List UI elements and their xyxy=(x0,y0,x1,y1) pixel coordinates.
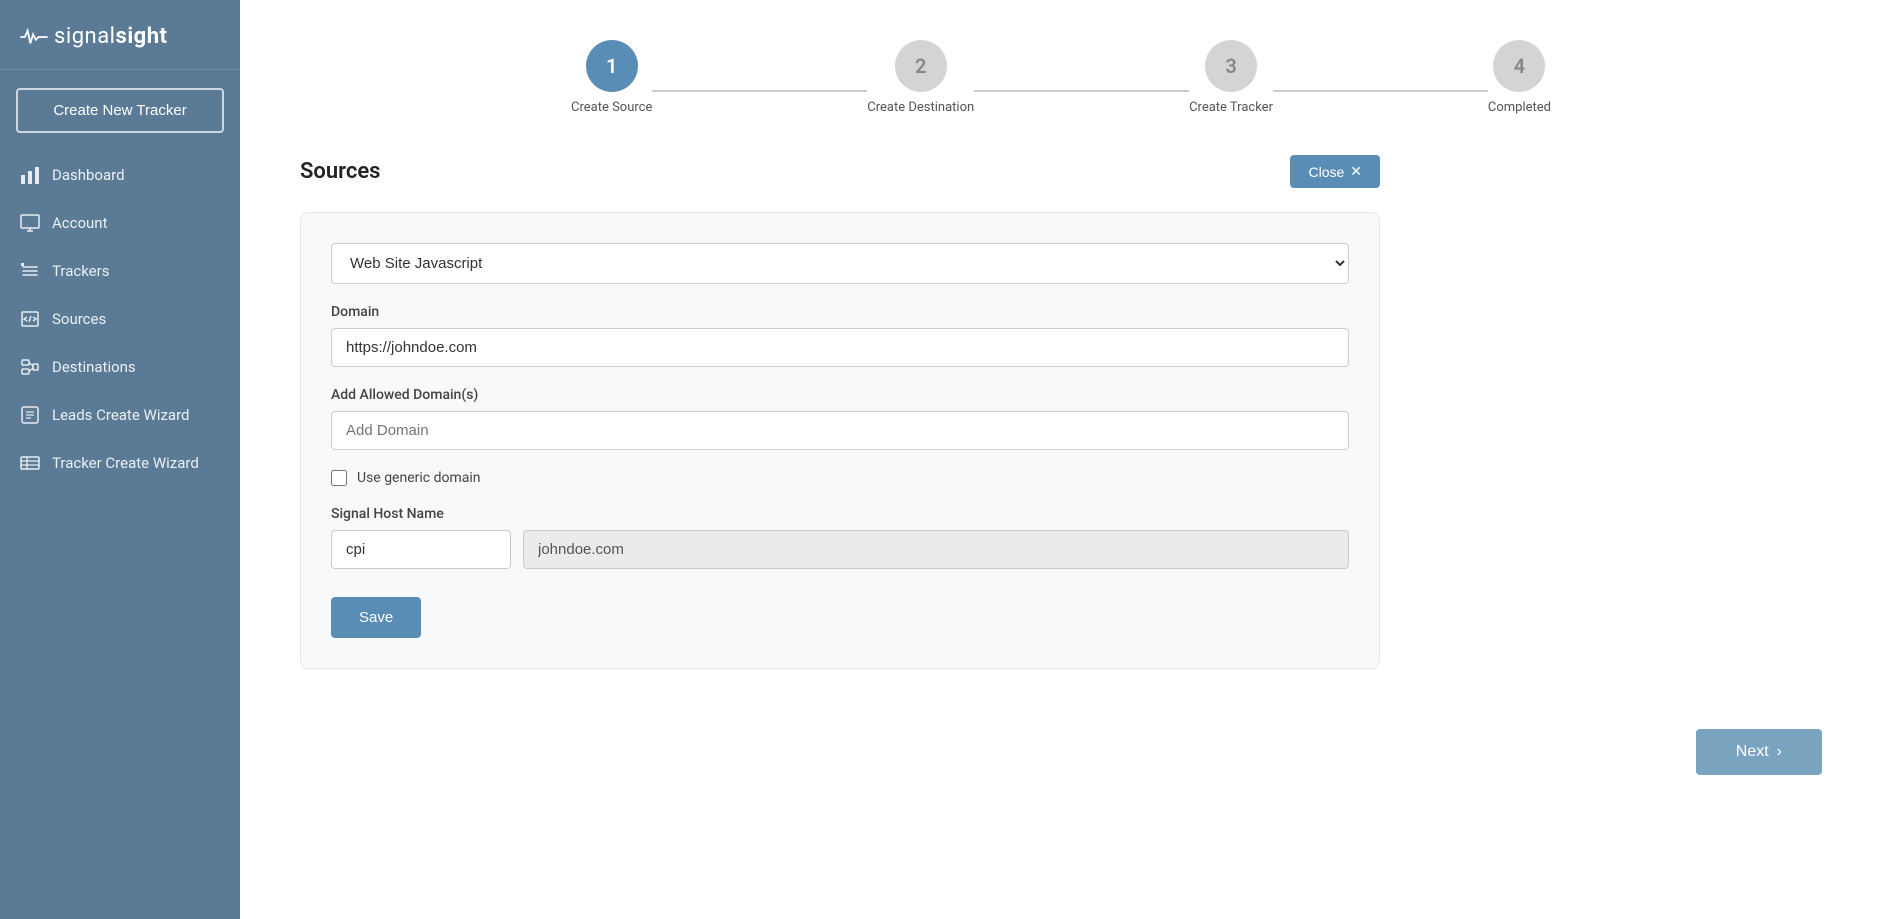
sidebar-item-label: Leads Create Wizard xyxy=(52,406,189,424)
sources-icon xyxy=(20,309,40,329)
leads-icon xyxy=(20,405,40,425)
destinations-icon xyxy=(20,357,40,377)
connector-3-4 xyxy=(1273,90,1488,92)
tracker-icon xyxy=(20,453,40,473)
generic-domain-checkbox[interactable] xyxy=(331,470,347,486)
generic-domain-row: Use generic domain xyxy=(331,470,1349,486)
next-label: Next xyxy=(1736,743,1769,761)
sidebar-item-tracker-wizard[interactable]: Tracker Create Wizard xyxy=(0,439,240,487)
close-button[interactable]: Close ✕ xyxy=(1290,155,1380,188)
sidebar-item-destinations[interactable]: Destinations xyxy=(0,343,240,391)
next-chevron-icon: › xyxy=(1777,743,1782,761)
signal-host-domain-input xyxy=(523,530,1349,569)
next-button[interactable]: Next › xyxy=(1696,729,1822,775)
sidebar-item-label: Destinations xyxy=(52,358,136,376)
monitor-icon xyxy=(20,213,40,233)
step-3-label: Create Tracker xyxy=(1189,100,1273,115)
step-2: 2 Create Destination xyxy=(867,40,974,115)
step-1-label: Create Source xyxy=(571,100,652,115)
signal-host-label: Signal Host Name xyxy=(331,506,1349,522)
source-type-select[interactable]: Web Site Javascript API Mobile xyxy=(331,243,1349,284)
close-x-icon: ✕ xyxy=(1350,163,1362,180)
wizard-steps: 1 Create Source 2 Create Destination 3 C… xyxy=(240,0,1882,145)
form-container: Sources Close ✕ Web Site Javascript API … xyxy=(240,145,1440,709)
logo-text: signalsight xyxy=(54,24,168,49)
chart-icon xyxy=(20,165,40,185)
domain-label: Domain xyxy=(331,304,1349,320)
create-new-tracker-button[interactable]: Create New Tracker xyxy=(16,88,224,133)
allowed-domains-label: Add Allowed Domain(s) xyxy=(331,387,1349,403)
sidebar-item-sources[interactable]: Sources xyxy=(0,295,240,343)
signal-host-prefix-input[interactable] xyxy=(331,530,511,569)
sidebar-item-label: Trackers xyxy=(52,262,109,280)
sidebar-item-label: Account xyxy=(52,214,108,232)
save-button[interactable]: Save xyxy=(331,597,421,638)
step-3-circle: 3 xyxy=(1205,40,1257,92)
form-header: Sources Close ✕ xyxy=(300,155,1380,188)
logo-area: signalsight xyxy=(0,0,240,70)
sidebar-nav: Dashboard Account Trackers So xyxy=(0,151,240,487)
step-4-circle: 4 xyxy=(1493,40,1545,92)
step-2-circle: 2 xyxy=(895,40,947,92)
bottom-nav: Next › xyxy=(240,709,1882,795)
form-title: Sources xyxy=(300,159,381,184)
trackers-icon xyxy=(20,261,40,281)
sidebar-item-trackers[interactable]: Trackers xyxy=(0,247,240,295)
generic-domain-label: Use generic domain xyxy=(357,470,481,486)
step-1-circle: 1 xyxy=(586,40,638,92)
sidebar-item-dashboard[interactable]: Dashboard xyxy=(0,151,240,199)
sidebar-item-account[interactable]: Account xyxy=(0,199,240,247)
signal-host-row xyxy=(331,530,1349,569)
step-4-label: Completed xyxy=(1488,100,1551,115)
close-label: Close xyxy=(1308,164,1344,180)
step-3: 3 Create Tracker xyxy=(1189,40,1273,115)
domain-group: Domain xyxy=(331,304,1349,367)
logo-icon xyxy=(20,27,48,47)
step-1: 1 Create Source xyxy=(571,40,652,115)
sidebar: signalsight Create New Tracker Dashboard… xyxy=(0,0,240,919)
allowed-domains-input[interactable] xyxy=(331,411,1349,450)
domain-input[interactable] xyxy=(331,328,1349,367)
sidebar-item-label: Tracker Create Wizard xyxy=(52,454,199,472)
step-2-label: Create Destination xyxy=(867,100,974,115)
sidebar-item-leads-wizard[interactable]: Leads Create Wizard xyxy=(0,391,240,439)
step-4: 4 Completed xyxy=(1488,40,1551,115)
connector-1-2 xyxy=(652,90,867,92)
allowed-domains-group: Add Allowed Domain(s) xyxy=(331,387,1349,450)
sidebar-item-label: Dashboard xyxy=(52,166,125,184)
connector-2-3 xyxy=(974,90,1189,92)
sidebar-item-label: Sources xyxy=(52,310,106,328)
source-type-group: Web Site Javascript API Mobile xyxy=(331,243,1349,284)
steps-row: 1 Create Source 2 Create Destination 3 C… xyxy=(511,40,1611,115)
main-content: 1 Create Source 2 Create Destination 3 C… xyxy=(240,0,1882,919)
form-card: Web Site Javascript API Mobile Domain Ad… xyxy=(300,212,1380,669)
signal-host-group: Signal Host Name xyxy=(331,506,1349,569)
